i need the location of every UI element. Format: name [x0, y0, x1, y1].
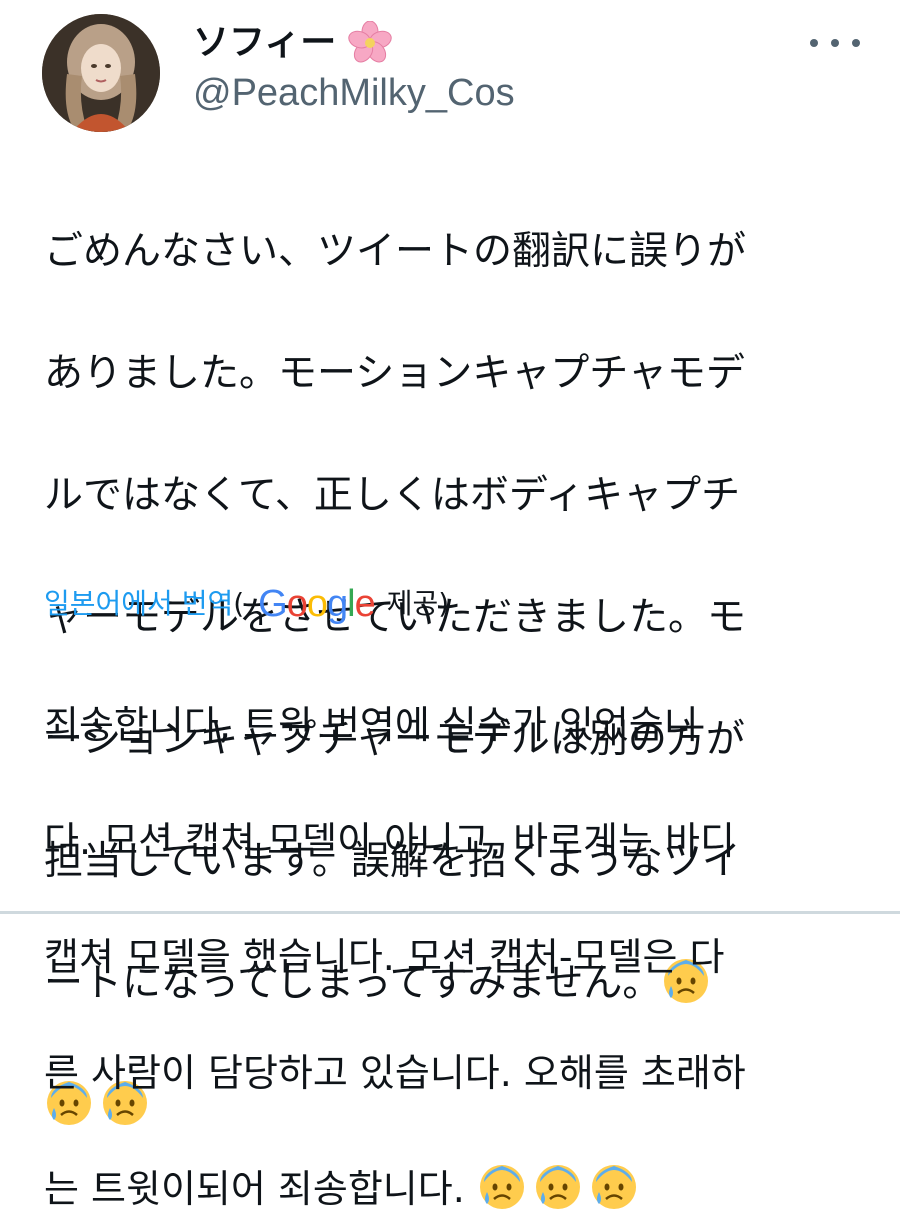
tweet-header: ソフィー @PeachMilky_Cos [0, 0, 900, 140]
translation-line: 다. 모션 캡쳐 모델이 아니고, 바르게는 바디 [44, 819, 735, 863]
more-dot-icon [810, 39, 818, 47]
display-name[interactable]: ソフィー [193, 18, 336, 68]
translation-text: 죄송합니다, 트윗 번역에 실수가 있었습니 다. 모션 캡쳐 모델이 아니고,… [44, 638, 874, 1218]
avatar[interactable] [42, 14, 160, 132]
more-dot-icon [852, 39, 860, 47]
translation-line: 캡쳐 모델을 했습니다. 모션 캡처-모델은 다 [44, 935, 725, 979]
translation-line: 는 트윗이되어 죄송합니다. [44, 1167, 465, 1211]
more-options-button[interactable] [810, 28, 860, 58]
provided-by-label: 제공 [386, 587, 439, 620]
user-handle[interactable]: @PeachMilky_Cos [193, 70, 515, 116]
google-logo: Google [258, 583, 376, 625]
display-name-row[interactable]: ソフィー [193, 18, 392, 68]
anxious-face-with-sweat-icon [533, 1162, 583, 1212]
translation-line: 른 사람이 담당하고 있습니다. 오해를 초래하 [44, 1051, 746, 1095]
tweet-line: ありました。モーションキャプチャモデ [44, 351, 745, 396]
translation-attribution: 일본어에서 번역 ( Google 제공 ) [44, 582, 449, 626]
more-dot-icon [831, 39, 839, 47]
anxious-face-with-sweat-icon [477, 1162, 527, 1212]
translate-link[interactable]: 일본어에서 번역 [44, 582, 233, 626]
tweet-line: ルではなくて、正しくはボディキャプチ [44, 473, 741, 518]
open-paren: ( [233, 587, 245, 620]
translation-line: 죄송합니다, 트윗 번역에 실수가 있었습니 [44, 703, 699, 747]
close-paren: ) [438, 587, 450, 620]
cherry-blossom-icon [348, 20, 392, 65]
tweet-line: ごめんなさい、ツイートの翻訳に誤りが [44, 229, 747, 274]
anxious-face-with-sweat-icon [589, 1162, 639, 1212]
